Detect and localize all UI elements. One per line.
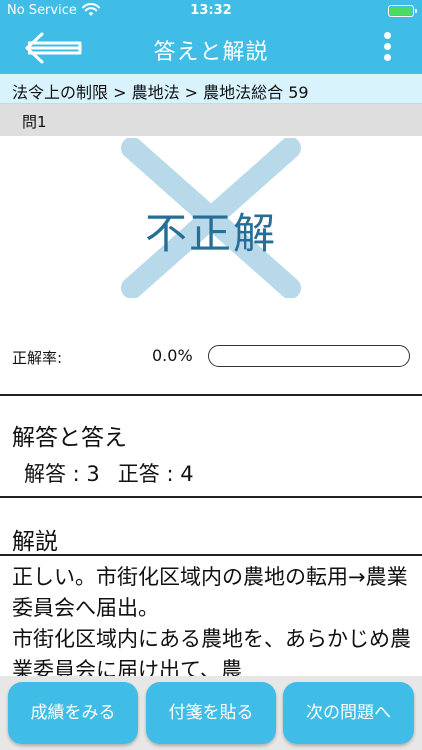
more-vertical-icon[interactable]	[382, 30, 392, 66]
your-answer: 解答 : 3	[24, 462, 100, 486]
view-results-button[interactable]: 成績をみる	[8, 682, 138, 744]
battery-icon	[388, 5, 417, 17]
accuracy-value: 0.0%	[152, 346, 193, 365]
answer-section-title: 解答と答え	[12, 425, 127, 451]
accuracy-row: 正解率: 0.0%	[0, 340, 422, 372]
explanation-text: 正しい。市街化区域内の農地の転用→農業委員会へ届出。 市街化区域内にある農地を、…	[12, 565, 411, 676]
status-bar: No Service 13:32	[0, 0, 422, 22]
accuracy-progress-bar	[208, 345, 410, 367]
divider	[0, 554, 422, 556]
page-title: 答えと解説	[153, 40, 269, 65]
divider	[0, 496, 422, 498]
result-panel: 不正解	[0, 136, 422, 336]
next-question-button[interactable]: 次の問題へ	[283, 682, 414, 744]
clock: 13:32	[190, 3, 232, 18]
explanation-title: 解説	[12, 529, 58, 555]
breadcrumb: 法令上の制限 > 農地法 > 農地法総合 59	[0, 74, 422, 104]
result-verdict: 不正解	[144, 209, 277, 258]
question-number: 問1	[0, 104, 422, 136]
divider	[0, 394, 422, 396]
add-sticky-note-button[interactable]: 付箋を貼る	[146, 682, 276, 744]
bottom-toolbar: 成績をみる 付箋を貼る 次の問題へ	[0, 676, 422, 750]
correct-answer: 正答 : 4	[117, 462, 194, 486]
answer-line: 解答 : 3 正答 : 4	[24, 458, 194, 488]
navigation-bar: 答えと解説	[0, 22, 422, 74]
accuracy-label: 正解率:	[12, 349, 63, 367]
